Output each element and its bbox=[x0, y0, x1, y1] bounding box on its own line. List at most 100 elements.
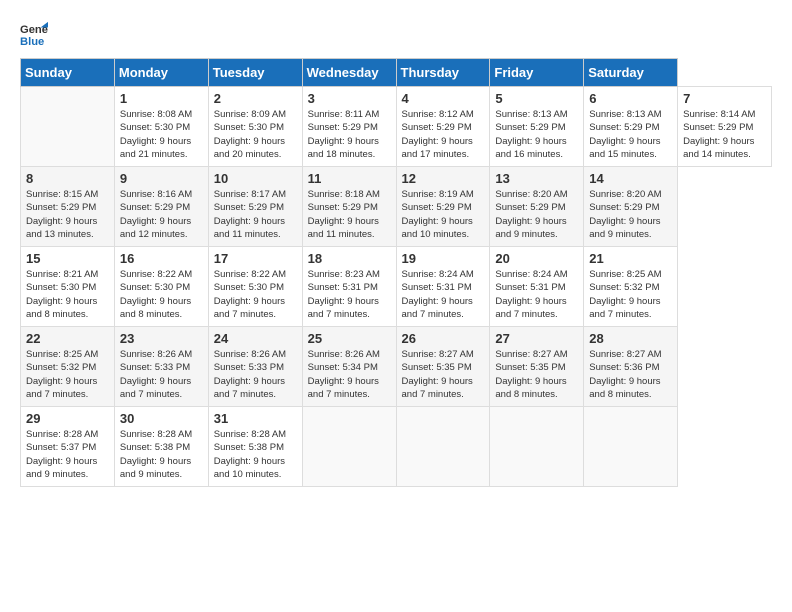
calendar-cell: 17Sunrise: 8:22 AMSunset: 5:30 PMDayligh… bbox=[208, 247, 302, 327]
calendar-cell: 4 Sunrise: 8:12 AMSunset: 5:29 PMDaylight… bbox=[396, 87, 490, 167]
calendar-cell: 14 Sunrise: 8:20 AMSunset: 5:29 PMDayligh… bbox=[584, 167, 678, 247]
day-number: 4 bbox=[402, 91, 485, 106]
day-info: Sunrise: 8:27 AMSunset: 5:35 PMDaylight:… bbox=[495, 348, 578, 401]
weekday-header-monday: Monday bbox=[114, 59, 208, 87]
day-number: 7 bbox=[683, 91, 766, 106]
weekday-header-thursday: Thursday bbox=[396, 59, 490, 87]
calendar-cell: 31 Sunrise: 8:28 AMSunset: 5:38 PMDayligh… bbox=[208, 407, 302, 487]
day-number: 27 bbox=[495, 331, 578, 346]
calendar-table: SundayMondayTuesdayWednesdayThursdayFrid… bbox=[20, 58, 772, 487]
weekday-header-tuesday: Tuesday bbox=[208, 59, 302, 87]
day-info: Sunrise: 8:15 AMSunset: 5:29 PMDaylight:… bbox=[26, 188, 109, 241]
day-info: Sunrise: 8:28 AMSunset: 5:38 PMDaylight:… bbox=[214, 428, 297, 481]
day-number: 25 bbox=[308, 331, 391, 346]
day-info: Sunrise: 8:21 AMSunset: 5:30 PMDaylight:… bbox=[26, 268, 109, 321]
day-number: 26 bbox=[402, 331, 485, 346]
calendar-cell: 5 Sunrise: 8:13 AMSunset: 5:29 PMDaylight… bbox=[490, 87, 584, 167]
weekday-header-wednesday: Wednesday bbox=[302, 59, 396, 87]
weekday-header-friday: Friday bbox=[490, 59, 584, 87]
calendar-week-row: 15 Sunrise: 8:21 AMSunset: 5:30 PMDayligh… bbox=[21, 247, 772, 327]
day-number: 29 bbox=[26, 411, 109, 426]
calendar-cell: 2 Sunrise: 8:09 AMSunset: 5:30 PMDaylight… bbox=[208, 87, 302, 167]
day-number: 24 bbox=[214, 331, 297, 346]
calendar-cell: 20 Sunrise: 8:24 AMSunset: 5:31 PMDayligh… bbox=[490, 247, 584, 327]
calendar-week-row: 22Sunrise: 8:25 AMSunset: 5:32 PMDayligh… bbox=[21, 327, 772, 407]
day-info: Sunrise: 8:28 AMSunset: 5:38 PMDaylight:… bbox=[120, 428, 203, 481]
calendar-cell: 13 Sunrise: 8:20 AMSunset: 5:29 PMDayligh… bbox=[490, 167, 584, 247]
calendar-cell: 26 Sunrise: 8:27 AMSunset: 5:35 PMDayligh… bbox=[396, 327, 490, 407]
day-info: Sunrise: 8:11 AMSunset: 5:29 PMDaylight:… bbox=[308, 108, 391, 161]
day-info: Sunrise: 8:19 AMSunset: 5:29 PMDaylight:… bbox=[402, 188, 485, 241]
calendar-cell: 28Sunrise: 8:27 AMSunset: 5:36 PMDayligh… bbox=[584, 327, 678, 407]
calendar-body: 1 Sunrise: 8:08 AMSunset: 5:30 PMDaylight… bbox=[21, 87, 772, 487]
calendar-cell: 9 Sunrise: 8:16 AMSunset: 5:29 PMDaylight… bbox=[114, 167, 208, 247]
day-number: 8 bbox=[26, 171, 109, 186]
calendar-cell: 30 Sunrise: 8:28 AMSunset: 5:38 PMDayligh… bbox=[114, 407, 208, 487]
weekday-header-row: SundayMondayTuesdayWednesdayThursdayFrid… bbox=[21, 59, 772, 87]
day-number: 13 bbox=[495, 171, 578, 186]
day-info: Sunrise: 8:24 AMSunset: 5:31 PMDaylight:… bbox=[495, 268, 578, 321]
calendar-cell-empty bbox=[21, 87, 115, 167]
day-info: Sunrise: 8:26 AMSunset: 5:34 PMDaylight:… bbox=[308, 348, 391, 401]
calendar-cell: 19 Sunrise: 8:24 AMSunset: 5:31 PMDayligh… bbox=[396, 247, 490, 327]
day-number: 15 bbox=[26, 251, 109, 266]
day-info: Sunrise: 8:08 AMSunset: 5:30 PMDaylight:… bbox=[120, 108, 203, 161]
page-header: General Blue bbox=[20, 20, 772, 48]
weekday-header-saturday: Saturday bbox=[584, 59, 678, 87]
calendar-cell: 3 Sunrise: 8:11 AMSunset: 5:29 PMDaylight… bbox=[302, 87, 396, 167]
day-info: Sunrise: 8:20 AMSunset: 5:29 PMDaylight:… bbox=[495, 188, 578, 241]
day-info: Sunrise: 8:16 AMSunset: 5:29 PMDaylight:… bbox=[120, 188, 203, 241]
day-number: 12 bbox=[402, 171, 485, 186]
calendar-header: SundayMondayTuesdayWednesdayThursdayFrid… bbox=[21, 59, 772, 87]
day-info: Sunrise: 8:27 AMSunset: 5:35 PMDaylight:… bbox=[402, 348, 485, 401]
day-number: 10 bbox=[214, 171, 297, 186]
day-info: Sunrise: 8:12 AMSunset: 5:29 PMDaylight:… bbox=[402, 108, 485, 161]
day-info: Sunrise: 8:25 AMSunset: 5:32 PMDaylight:… bbox=[26, 348, 109, 401]
calendar-cell: 16Sunrise: 8:22 AMSunset: 5:30 PMDayligh… bbox=[114, 247, 208, 327]
calendar-week-row: 8 Sunrise: 8:15 AMSunset: 5:29 PMDaylight… bbox=[21, 167, 772, 247]
calendar-cell: 29 Sunrise: 8:28 AMSunset: 5:37 PMDayligh… bbox=[21, 407, 115, 487]
day-number: 5 bbox=[495, 91, 578, 106]
day-info: Sunrise: 8:13 AMSunset: 5:29 PMDaylight:… bbox=[589, 108, 672, 161]
day-number: 2 bbox=[214, 91, 297, 106]
calendar-cell: 22Sunrise: 8:25 AMSunset: 5:32 PMDayligh… bbox=[21, 327, 115, 407]
calendar-cell-empty bbox=[302, 407, 396, 487]
day-number: 11 bbox=[308, 171, 391, 186]
day-info: Sunrise: 8:28 AMSunset: 5:37 PMDaylight:… bbox=[26, 428, 109, 481]
day-number: 19 bbox=[402, 251, 485, 266]
day-number: 6 bbox=[589, 91, 672, 106]
day-info: Sunrise: 8:26 AMSunset: 5:33 PMDaylight:… bbox=[214, 348, 297, 401]
logo-icon: General Blue bbox=[20, 20, 48, 48]
calendar-cell: 23Sunrise: 8:26 AMSunset: 5:33 PMDayligh… bbox=[114, 327, 208, 407]
day-number: 30 bbox=[120, 411, 203, 426]
calendar-cell: 15 Sunrise: 8:21 AMSunset: 5:30 PMDayligh… bbox=[21, 247, 115, 327]
day-number: 31 bbox=[214, 411, 297, 426]
calendar-cell: 7 Sunrise: 8:14 AMSunset: 5:29 PMDaylight… bbox=[678, 87, 772, 167]
day-number: 9 bbox=[120, 171, 203, 186]
calendar-cell: 25 Sunrise: 8:26 AMSunset: 5:34 PMDayligh… bbox=[302, 327, 396, 407]
logo: General Blue bbox=[20, 20, 52, 48]
day-info: Sunrise: 8:09 AMSunset: 5:30 PMDaylight:… bbox=[214, 108, 297, 161]
calendar-cell-empty bbox=[584, 407, 678, 487]
calendar-week-row: 1 Sunrise: 8:08 AMSunset: 5:30 PMDaylight… bbox=[21, 87, 772, 167]
calendar-cell: 21Sunrise: 8:25 AMSunset: 5:32 PMDayligh… bbox=[584, 247, 678, 327]
day-info: Sunrise: 8:26 AMSunset: 5:33 PMDaylight:… bbox=[120, 348, 203, 401]
day-number: 14 bbox=[589, 171, 672, 186]
day-info: Sunrise: 8:24 AMSunset: 5:31 PMDaylight:… bbox=[402, 268, 485, 321]
calendar-cell-empty bbox=[490, 407, 584, 487]
day-info: Sunrise: 8:18 AMSunset: 5:29 PMDaylight:… bbox=[308, 188, 391, 241]
day-info: Sunrise: 8:22 AMSunset: 5:30 PMDaylight:… bbox=[120, 268, 203, 321]
day-number: 28 bbox=[589, 331, 672, 346]
day-info: Sunrise: 8:25 AMSunset: 5:32 PMDaylight:… bbox=[589, 268, 672, 321]
day-info: Sunrise: 8:14 AMSunset: 5:29 PMDaylight:… bbox=[683, 108, 766, 161]
day-number: 1 bbox=[120, 91, 203, 106]
day-info: Sunrise: 8:13 AMSunset: 5:29 PMDaylight:… bbox=[495, 108, 578, 161]
day-info: Sunrise: 8:23 AMSunset: 5:31 PMDaylight:… bbox=[308, 268, 391, 321]
day-number: 18 bbox=[308, 251, 391, 266]
day-number: 3 bbox=[308, 91, 391, 106]
calendar-cell: 1 Sunrise: 8:08 AMSunset: 5:30 PMDaylight… bbox=[114, 87, 208, 167]
day-number: 20 bbox=[495, 251, 578, 266]
calendar-cell: 18 Sunrise: 8:23 AMSunset: 5:31 PMDayligh… bbox=[302, 247, 396, 327]
calendar-cell: 24 Sunrise: 8:26 AMSunset: 5:33 PMDayligh… bbox=[208, 327, 302, 407]
day-info: Sunrise: 8:20 AMSunset: 5:29 PMDaylight:… bbox=[589, 188, 672, 241]
